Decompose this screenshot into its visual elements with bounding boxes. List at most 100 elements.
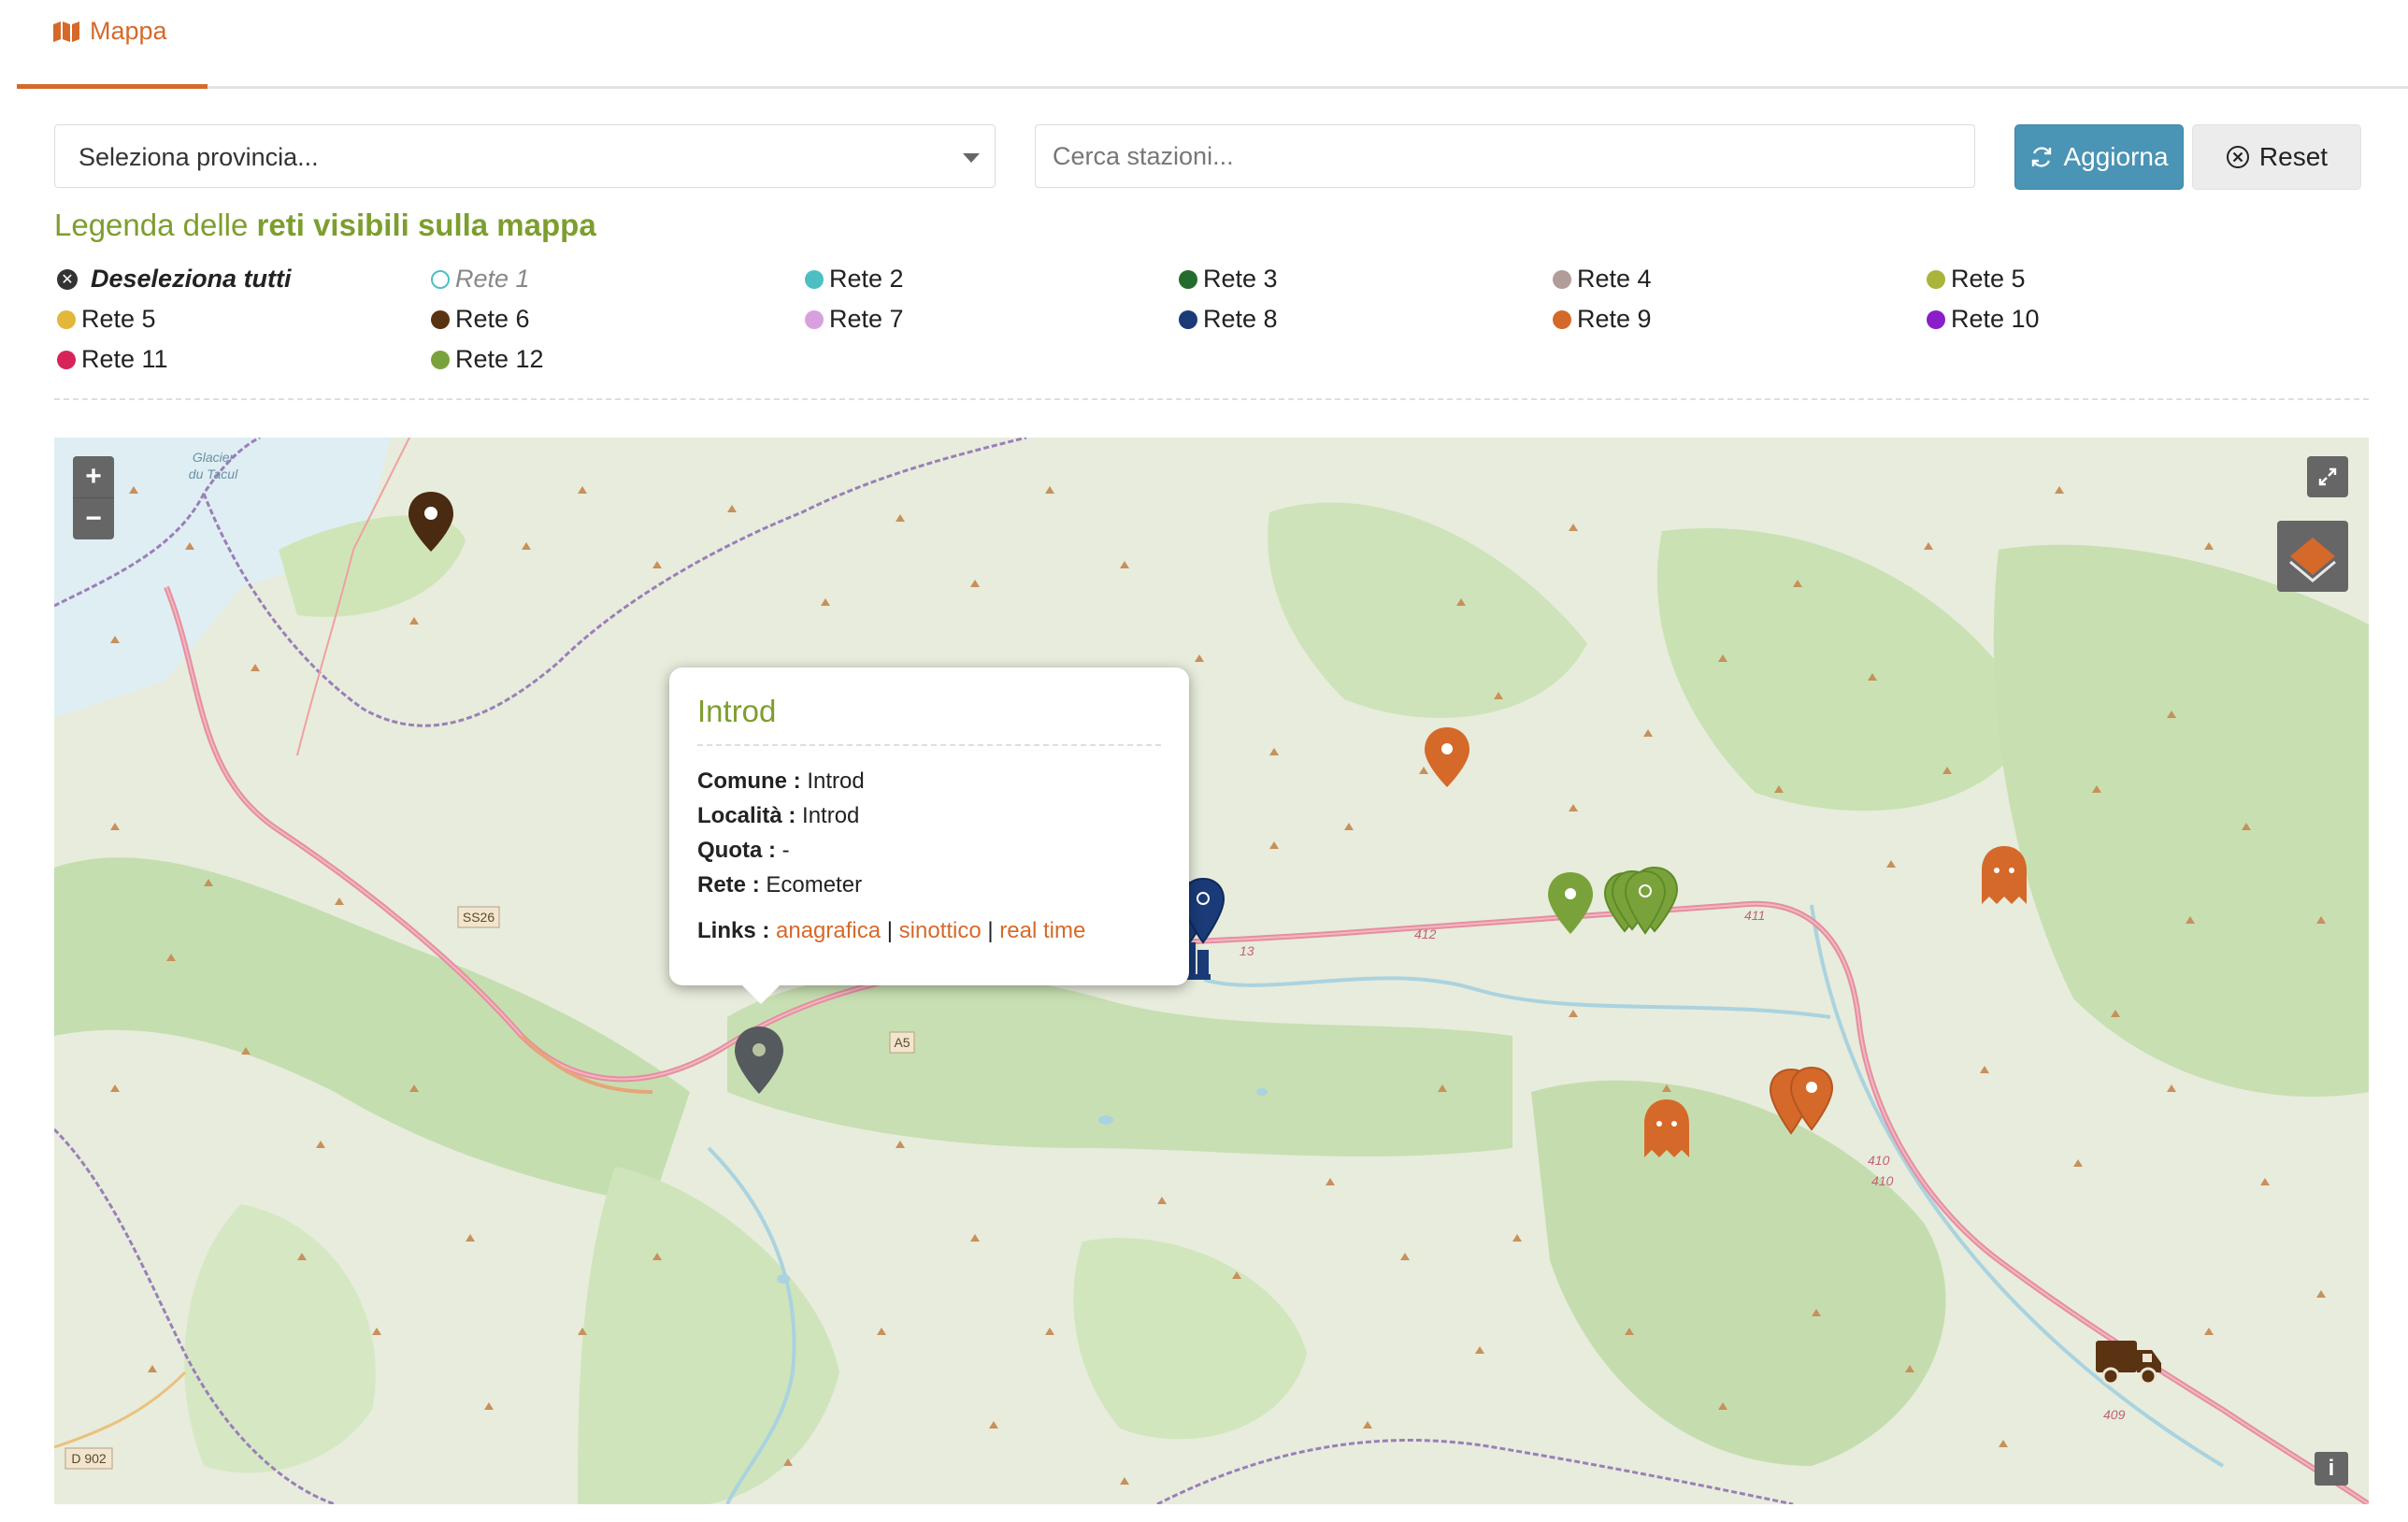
station-search-input[interactable] [1035,124,1975,188]
popup-divider [697,744,1161,746]
legend-item-rete-3[interactable]: Rete 3 [1179,265,1278,294]
legend-item-rete-1[interactable]: Rete 1 [431,265,530,294]
popup-localita-value: Introd [802,803,860,828]
station-marker-introd[interactable] [731,1025,787,1096]
station-marker-rete-12[interactable] [1545,870,1596,936]
road-label: D 902 [71,1451,107,1466]
popup-comune-row: Comune : Introd [697,768,865,795]
popup-localita-label: Località : [697,803,796,828]
legend-item-rete-12[interactable]: Rete 12 [431,345,544,374]
legend-dot-icon [431,350,450,369]
legend-item-label: Rete 7 [829,305,904,333]
close-circle-icon [2226,146,2249,168]
tab-bar: Mappa [17,0,2408,89]
legend-item-label: Rete 11 [81,345,168,373]
station-popup: Introd Comune : Introd Località : Introd… [669,668,1189,1004]
legend-item-rete-9[interactable]: Rete 9 [1553,305,1652,334]
legend-item-label: Rete 5 [1951,265,2026,293]
layers-button[interactable] [2277,521,2348,592]
popup-rete-row: Rete : Ecometer [697,872,862,898]
reset-button-label: Reset [2258,142,2329,171]
link-real-time[interactable]: real time [999,918,1085,943]
road-label: 409 [2103,1407,2126,1422]
road-label: 411 [1744,908,1765,923]
ghost-marker-rete-9[interactable] [1641,1098,1693,1159]
legend-item-rete-8[interactable]: Rete 8 [1179,305,1278,334]
link-separator: | [886,918,893,943]
refresh-icon [2032,147,2052,167]
legend-dot-icon [1179,269,1197,289]
station-cluster-rete-12[interactable] [1597,866,1699,940]
popup-localita-row: Località : Introd [697,803,859,829]
station-cluster-rete-9[interactable] [1767,1066,1842,1137]
truck-marker[interactable] [2094,1335,2165,1391]
zoom-control: + − [73,456,114,539]
legend-item-label: Rete 3 [1203,265,1278,293]
tab-label: Mappa [90,17,167,45]
legend-dot-icon [1179,309,1197,329]
popup-tip [740,984,781,1004]
attribution-info-button[interactable]: i [2315,1452,2348,1486]
popup-quota-row: Quota : - [697,838,790,864]
legend-title: Legenda delle reti visibili sulla mappa [54,208,596,243]
popup-comune-label: Comune : [697,768,801,794]
legend-title-bold: reti visibili sulla mappa [256,208,596,242]
popup-quota-value: - [781,838,790,863]
deselect-all-label: Deseleziona tutti [91,265,292,293]
legend-item-label: Rete 1 [455,265,530,293]
zoom-out-button[interactable]: − [73,497,114,539]
update-button-label: Aggiorna [2063,142,2169,171]
road-label: A5 [894,1035,910,1050]
place-label: du Tacul [189,467,238,481]
deselect-all-toggle[interactable]: ✕ Deseleziona tutti [57,265,292,294]
popup-rete-value: Ecometer [766,872,863,897]
legend-item-rete-7[interactable]: Rete 7 [805,305,904,334]
legend-item-label: Rete 6 [455,305,530,333]
popup-links-row: Links : anagrafica | sinottico | real ti… [697,918,1085,944]
road-label: 410 [1868,1153,1890,1168]
expand-icon [2318,467,2337,486]
legend-item-rete-2[interactable]: Rete 2 [805,265,904,294]
road-label: SS26 [463,910,494,925]
popup-quota-label: Quota : [697,838,776,863]
reset-button[interactable]: Reset [2192,124,2361,190]
map-canvas[interactable]: SS26 A5 412 411 410 410 409 D 902 13 Gla… [54,438,2369,1504]
tab-mappa[interactable]: Mappa [17,0,208,89]
legend-dot-icon [805,269,824,289]
legend-item-label: Rete 12 [455,345,544,373]
province-select-value: Seleziona provincia... [79,143,319,171]
legend-dot-icon [57,309,76,329]
station-marker-rete-9[interactable] [1422,725,1472,789]
ghost-marker-rete-9[interactable] [1978,844,2030,906]
legend-dot-icon [57,350,76,369]
popup-comune-value: Introd [807,768,865,794]
legend-dot-icon [1553,269,1571,289]
station-marker-rete-6[interactable] [406,490,456,553]
fullscreen-button[interactable] [2307,456,2348,497]
popup-rete-label: Rete : [697,872,760,897]
legend-item-label: Rete 9 [1577,305,1652,333]
legend-dot-empty-icon [431,269,450,289]
link-separator: | [987,918,994,943]
legend-item-label: Rete 10 [1951,305,2040,333]
legend-dot-icon [1553,309,1571,329]
legend-item-label: Rete 5 [81,305,156,333]
layers-icon [2289,538,2336,582]
legend-dot-icon [805,309,824,329]
province-select[interactable]: Seleziona provincia... [54,124,996,188]
legend-dot-icon [1927,309,1945,329]
legend-item-label: Rete 8 [1203,305,1278,333]
link-sinottico[interactable]: sinottico [899,918,982,943]
legend-item-label: Rete 2 [829,265,904,293]
close-icon: ✕ [57,268,78,290]
legend-item-rete-10[interactable]: Rete 10 [1927,305,2040,334]
update-button[interactable]: Aggiorna [2014,124,2184,190]
chevron-down-icon [963,153,980,163]
zoom-in-button[interactable]: + [73,456,114,497]
link-anagrafica[interactable]: anagrafica [776,918,881,943]
legend-item-rete-5b[interactable]: Rete 5 [57,305,156,334]
legend-item-rete-6[interactable]: Rete 6 [431,305,530,334]
legend-item-rete-4[interactable]: Rete 4 [1553,265,1652,294]
legend-item-rete-5[interactable]: Rete 5 [1927,265,2026,294]
legend-item-rete-11[interactable]: Rete 11 [57,345,168,374]
